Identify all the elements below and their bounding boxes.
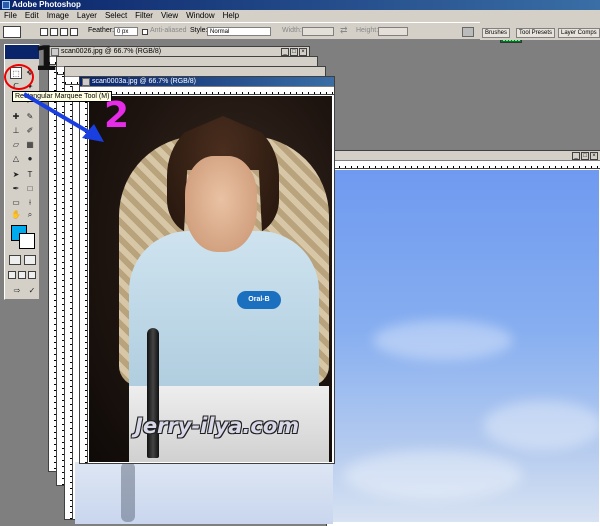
width-label: Width: [282,27,302,34]
add-selection-icon[interactable] [50,28,58,36]
microphone-reflection [121,462,135,522]
jump-to-imageready-icon[interactable]: ⇨ [8,285,26,297]
menu-window[interactable]: Window [182,10,218,22]
document-title-scan0003a: scan0003a.jpg @ 66.7% (RGB/8) [92,78,196,85]
anti-aliased-label: Anti-aliased [150,27,187,34]
app-title-bar: Adobe Photoshop [0,0,600,10]
vertical-ruler [80,96,88,463]
menu-image[interactable]: Image [43,10,73,22]
window-controls: _ □ × [572,152,598,160]
sky-canvas[interactable] [333,170,599,522]
app-title: Adobe Photoshop [12,0,81,9]
highlight-circle [4,64,34,90]
portrait-photo[interactable]: Oral-B Jerry-ilya.com [89,96,332,462]
horizontal-ruler [327,161,600,169]
edit-in-imageready-icon[interactable]: ✓ [26,285,38,297]
tool-preset-picker[interactable] [3,26,21,38]
window-controls: _ □ × [281,48,307,56]
file-browser-icon[interactable] [462,27,474,37]
full-screen-menu-mode-icon[interactable] [18,271,26,279]
maximize-button[interactable]: □ [290,48,298,56]
menu-select[interactable]: Select [101,10,131,22]
quick-mask-mode-icon[interactable] [24,255,36,265]
tab-tool-presets[interactable]: Tool Presets [516,28,556,38]
menu-filter[interactable]: Filter [131,10,157,22]
height-label: Height: [356,27,379,34]
anti-aliased-checkbox[interactable] [142,29,148,35]
document-titlebar-scan0003a[interactable]: scan0003a.jpg @ 66.7% (RGB/8) [80,77,334,87]
annotation-arrow-icon [22,92,104,142]
palette-well: Brushes Tool Presets Layer Comps [480,22,600,40]
zoom-tool-icon[interactable]: ⌕ [24,209,36,221]
maximize-button[interactable]: □ [581,152,589,160]
width-input[interactable] [302,27,334,36]
new-selection-icon[interactable] [40,28,48,36]
subtract-selection-icon[interactable] [60,28,68,36]
photoshop-icon [2,1,10,9]
style-select[interactable]: Normal [207,27,271,36]
pen-tool-icon[interactable]: ✒ [10,183,22,195]
swap-dimensions-icon[interactable]: ⇄ [340,25,348,36]
document-icon [82,78,90,86]
minimize-button[interactable]: _ [281,48,289,56]
menu-layer[interactable]: Layer [73,10,101,22]
menu-bar: File Edit Image Layer Select Filter View… [0,10,600,22]
path-selection-tool-icon[interactable]: ➤ [10,169,22,181]
sky-canvas-bottom [75,462,333,524]
background-color-swatch[interactable] [19,233,35,249]
intersect-selection-icon[interactable] [70,28,78,36]
close-button[interactable]: × [590,152,598,160]
height-input[interactable] [378,27,408,36]
feather-label: Feather: [88,27,115,34]
menu-file[interactable]: File [0,10,21,22]
full-screen-mode-icon[interactable] [28,271,36,279]
style-label: Style: [190,27,208,34]
tab-layer-comps[interactable]: Layer Comps [558,28,600,38]
blur-tool-icon[interactable]: △ [10,153,22,165]
type-tool-icon[interactable]: T [24,169,36,181]
notes-tool-icon[interactable]: ▭ [10,197,22,209]
minimize-button[interactable]: _ [572,152,580,160]
watermark-text: Jerry-ilya.com [135,414,300,438]
face [185,156,257,252]
shirt-badge: Oral-B [237,291,281,309]
close-button[interactable]: × [299,48,307,56]
annotation-step-1: 1 [34,39,58,79]
hand-tool-icon[interactable]: ✋ [10,209,22,221]
tab-brushes[interactable]: Brushes [482,28,511,38]
standard-screen-mode-icon[interactable] [8,271,16,279]
shape-tool-icon[interactable]: □ [24,183,36,195]
menu-help[interactable]: Help [219,10,243,22]
document-title-scan0026: scan0026.jpg @ 66.7% (RGB/8) [61,48,162,55]
vertical-ruler [65,86,73,519]
menu-edit[interactable]: Edit [21,10,43,22]
feather-input[interactable]: 0 px [114,27,138,36]
horizontal-ruler [80,87,334,95]
eyedropper-tool-icon[interactable]: ⟊ [24,197,36,209]
annotation-step-2: 2 [104,95,130,136]
microphone [147,328,159,458]
dodge-tool-icon[interactable]: ● [24,153,36,165]
standard-mode-icon[interactable] [9,255,21,265]
menu-view[interactable]: View [157,10,182,22]
document-titlebar-sky[interactable]: _ □ × [327,151,600,161]
